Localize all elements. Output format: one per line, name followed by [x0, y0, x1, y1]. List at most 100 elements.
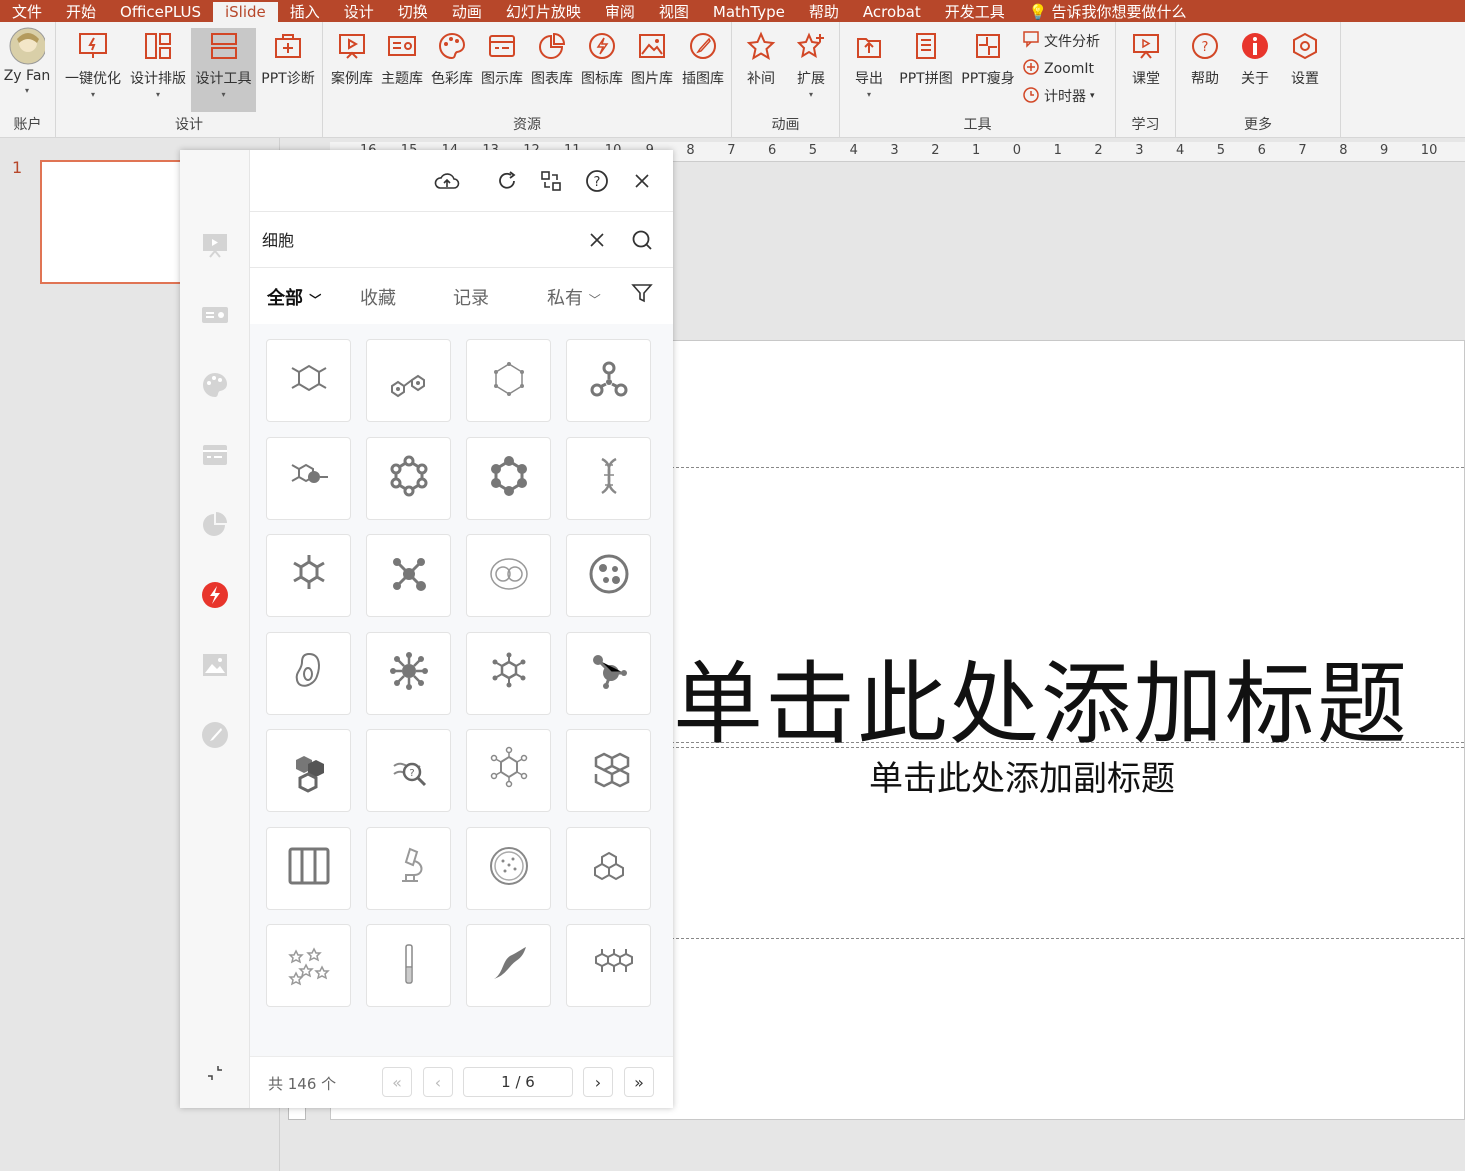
- search-input[interactable]: [262, 226, 582, 252]
- close-icon[interactable]: [629, 168, 655, 194]
- tell-me-search[interactable]: 💡 告诉我你想要做什么: [1017, 2, 1199, 22]
- ppt-slim-button[interactable]: PPT瘦身: [958, 28, 1018, 88]
- color-library-button[interactable]: 色彩库: [427, 28, 477, 88]
- design-tools-button[interactable]: 设计工具 ▾: [191, 28, 256, 112]
- page-indicator[interactable]: 1 / 6: [463, 1067, 573, 1097]
- icon-cell[interactable]: [366, 826, 451, 910]
- icon-cell[interactable]: [266, 826, 351, 910]
- illustration-library-nav-icon[interactable]: [200, 720, 230, 750]
- icon-cell[interactable]: [566, 534, 651, 617]
- picture-library-nav-icon[interactable]: [200, 650, 230, 680]
- export-button[interactable]: 导出 ▾: [844, 28, 894, 99]
- icon-cell[interactable]: [466, 729, 551, 812]
- chart-library-nav-icon[interactable]: [200, 510, 230, 540]
- tab-5[interactable]: 设计: [332, 2, 386, 22]
- icon-cell[interactable]: [266, 729, 351, 812]
- next-page-button[interactable]: ›: [583, 1067, 613, 1097]
- slide-subtitle-placeholder[interactable]: 单击此处添加副标题: [869, 751, 1175, 800]
- icon-cell[interactable]: [266, 436, 351, 520]
- replace-icon[interactable]: [538, 168, 564, 194]
- icon-cell[interactable]: [366, 339, 451, 422]
- filter-funnel-icon[interactable]: [631, 282, 653, 309]
- tab-12[interactable]: 帮助: [797, 2, 851, 22]
- account-button[interactable]: Zy Fan ▾: [2, 27, 52, 95]
- icon-cell[interactable]: [266, 534, 351, 617]
- filter-tab-private[interactable]: 私有 ﹀: [547, 284, 601, 310]
- ppt-collage-button[interactable]: PPT拼图: [896, 28, 956, 88]
- tab-10[interactable]: 视图: [647, 2, 701, 22]
- icon-cell[interactable]: [466, 826, 551, 910]
- icon-cell[interactable]: [366, 924, 451, 1007]
- case-library-nav-icon[interactable]: [200, 230, 230, 260]
- about-button[interactable]: 关于: [1230, 28, 1280, 88]
- clear-search-icon[interactable]: [584, 227, 610, 253]
- first-page-button[interactable]: «: [382, 1067, 412, 1097]
- search-icon[interactable]: [629, 227, 655, 253]
- picture-library-button[interactable]: 图片库: [627, 28, 677, 88]
- help-circle-icon[interactable]: ?: [584, 168, 610, 194]
- tab-11[interactable]: MathType: [701, 2, 797, 22]
- design-layout-button[interactable]: 设计排版 ▾: [126, 28, 190, 99]
- icon-cell[interactable]: [566, 339, 651, 422]
- color-library-nav-icon[interactable]: [200, 370, 230, 400]
- icon-cell[interactable]: [566, 436, 651, 520]
- filter-tab-favorites[interactable]: 收藏: [360, 284, 396, 310]
- tab-1[interactable]: 开始: [54, 2, 108, 22]
- icon-cell[interactable]: [466, 631, 551, 715]
- icon-cell[interactable]: [366, 534, 451, 617]
- icon-cell[interactable]: [266, 924, 351, 1007]
- filter-tab-all[interactable]: 全部 ﹀: [267, 284, 321, 310]
- design-group: 一键优化 ▾ 设计排版 ▾ 设计工具 ▾ PPT诊断 设计: [56, 22, 323, 138]
- icon-cell[interactable]: [466, 436, 551, 520]
- help-button[interactable]: ? 帮助: [1180, 28, 1230, 88]
- refresh-icon[interactable]: [494, 168, 520, 194]
- tab-6[interactable]: 切换: [386, 2, 440, 22]
- icon-cell[interactable]: [566, 826, 651, 910]
- tab-14[interactable]: 开发工具: [933, 2, 1017, 22]
- settings-button[interactable]: 设置: [1280, 28, 1330, 88]
- collapse-icon[interactable]: [200, 1058, 230, 1088]
- tab-3[interactable]: iSlide: [212, 2, 278, 22]
- tab-2[interactable]: OfficePLUS: [108, 2, 213, 22]
- icon-cell[interactable]: [466, 339, 551, 422]
- icon-library-nav-icon-active[interactable]: [200, 580, 230, 610]
- ppt-diagnose-button[interactable]: PPT诊断: [256, 28, 320, 88]
- icon-cell[interactable]: [366, 436, 451, 520]
- icon-cell[interactable]: ?: [366, 729, 451, 812]
- tab-7[interactable]: 动画: [440, 2, 494, 22]
- tab-8[interactable]: 幻灯片放映: [494, 2, 593, 22]
- extend-button[interactable]: 扩展 ▾: [786, 28, 836, 99]
- timer-button[interactable]: 计时器 ▾: [1022, 85, 1095, 107]
- icon-cell[interactable]: [566, 631, 651, 715]
- tab-13[interactable]: Acrobat: [851, 2, 933, 22]
- icon-cell[interactable]: [266, 631, 351, 715]
- illustration-library-button[interactable]: 插图库: [677, 28, 729, 88]
- tab-9[interactable]: 审阅: [593, 2, 647, 22]
- theme-library-nav-icon[interactable]: [200, 300, 230, 330]
- icon-cell[interactable]: [466, 534, 551, 617]
- diagram-library-nav-icon[interactable]: [200, 440, 230, 470]
- cloud-upload-icon[interactable]: [434, 168, 460, 194]
- icon-cell[interactable]: [266, 339, 351, 422]
- tab-4[interactable]: 插入: [278, 2, 332, 22]
- classroom-button[interactable]: 课堂: [1121, 28, 1171, 88]
- icon-cell[interactable]: [466, 924, 551, 1007]
- icon-cell[interactable]: [366, 631, 451, 715]
- tween-button[interactable]: 补间: [736, 28, 786, 88]
- last-page-button[interactable]: »: [624, 1067, 654, 1097]
- theme-library-button[interactable]: 主题库: [377, 28, 427, 88]
- filter-tab-history[interactable]: 记录: [453, 284, 489, 310]
- tab-0[interactable]: 文件: [0, 2, 54, 22]
- one-click-optimize-button[interactable]: 一键优化 ▾: [60, 28, 126, 99]
- file-analysis-button[interactable]: 文件分析: [1022, 30, 1100, 52]
- chart-library-button[interactable]: 图表库: [527, 28, 577, 88]
- icon-cell[interactable]: [566, 729, 651, 812]
- diagram-library-button[interactable]: 图示库: [477, 28, 527, 88]
- medical-kit-icon: [270, 28, 306, 64]
- zoomit-button[interactable]: ZoomIt: [1022, 58, 1094, 80]
- icon-cell[interactable]: [566, 924, 651, 1007]
- case-library-button[interactable]: 案例库: [327, 28, 377, 88]
- prev-page-button[interactable]: ‹: [423, 1067, 453, 1097]
- icon-library-button[interactable]: 图标库: [577, 28, 627, 88]
- slide-title-placeholder[interactable]: 单击此处添加标题: [673, 631, 1409, 761]
